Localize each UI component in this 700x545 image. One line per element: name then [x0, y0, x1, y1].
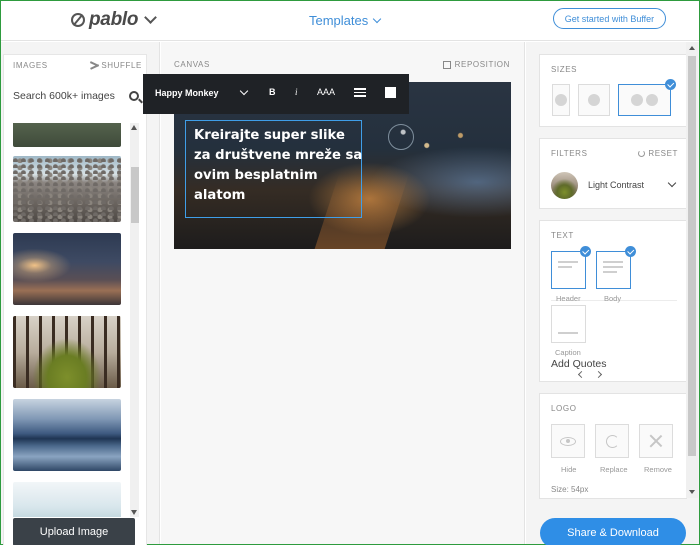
scroll-thumb[interactable] [131, 167, 139, 223]
logo-option-label: Replace [600, 465, 628, 474]
chevron-right-icon[interactable] [594, 370, 603, 379]
eye-icon [560, 436, 576, 446]
pablo-mark-icon [71, 13, 85, 27]
reset-button[interactable]: RESET [638, 149, 678, 158]
images-card: IMAGES SHUFFLE Search 600k+ images [3, 54, 147, 545]
align-icon[interactable] [354, 88, 366, 97]
check-icon [625, 246, 636, 257]
chevron-down-icon [144, 11, 158, 24]
close-icon [649, 434, 663, 448]
canvas-text[interactable]: Kreirajte super slike za društvene mreže… [194, 126, 364, 206]
text-option-body[interactable] [596, 246, 636, 289]
size-instagram[interactable] [578, 84, 610, 116]
canvas-label: CANVAS [174, 60, 210, 69]
scroll-up-icon[interactable] [131, 125, 137, 130]
pablo-logo[interactable]: pablo [71, 9, 158, 31]
shuffle-icon [90, 62, 99, 69]
left-panel: IMAGES SHUFFLE Search 600k+ images Uploa… [1, 42, 160, 545]
search-icon[interactable] [129, 91, 139, 101]
ferris-wheel [388, 124, 414, 150]
filter-select[interactable]: Light Contrast [588, 180, 644, 190]
logo-text: pablo [89, 9, 139, 30]
logo-option-label: Hide [561, 465, 577, 474]
image-scrollbar[interactable] [130, 123, 139, 517]
check-icon [665, 79, 676, 90]
logo-label: LOGO [551, 404, 577, 413]
reposition-label: REPOSITION [454, 60, 510, 69]
twitter-icon [646, 94, 658, 106]
right-scrollbar[interactable] [686, 42, 698, 498]
reposition-button[interactable]: REPOSITION [442, 60, 510, 69]
text-option-label: Header [556, 294, 581, 303]
text-option-label: Body [604, 294, 622, 303]
shuffle-label: SHUFFLE [101, 61, 142, 70]
text-option-header[interactable] [551, 246, 591, 289]
reposition-icon [442, 60, 451, 69]
instagram-icon [588, 94, 600, 106]
scroll-thumb[interactable] [688, 56, 696, 456]
chevron-left-icon[interactable] [577, 370, 586, 379]
image-thumbnail[interactable] [13, 156, 121, 222]
text-card: TEXT Header Body Caption Add Quotes [539, 220, 687, 382]
text-toolbar: Happy Monkey B i AAA [143, 74, 409, 114]
sizes-card: SIZES [539, 54, 687, 127]
logo-card: LOGO Hide Replace Remove Size: 54px [539, 393, 687, 499]
search-input[interactable]: Search 600k+ images [13, 87, 141, 105]
filters-label: FILTERS [551, 149, 588, 158]
logo-hide-button[interactable] [551, 424, 585, 458]
scroll-down-icon[interactable] [131, 510, 137, 515]
size-facebook-twitter[interactable] [618, 79, 676, 116]
font-size-button[interactable]: AAA [317, 87, 335, 97]
templates-menu[interactable]: Templates [309, 13, 382, 28]
search-placeholder: Search 600k+ images [13, 90, 115, 102]
image-thumbnail[interactable] [13, 123, 121, 147]
canvas-area: CANVAS REPOSITION Kreirajte super slike … [161, 42, 525, 544]
text-option-label: Caption [555, 348, 581, 357]
logo-size: Size: 54px [551, 485, 589, 494]
color-swatch[interactable] [385, 87, 396, 98]
filters-card: FILTERS RESET Light Contrast [539, 138, 687, 209]
chevron-down-icon[interactable] [667, 178, 677, 188]
reset-label: RESET [648, 149, 678, 158]
get-started-button[interactable]: Get started with Buffer [553, 8, 666, 29]
image-thumbnail[interactable] [13, 233, 121, 305]
image-thumbnail[interactable] [13, 316, 121, 388]
add-quotes-link[interactable]: Add Quotes [551, 358, 606, 370]
image-thumbnail[interactable] [13, 482, 121, 517]
scroll-down-icon[interactable] [689, 490, 695, 494]
image-thumbnail[interactable] [13, 399, 121, 471]
logo-remove-button[interactable] [639, 424, 673, 458]
size-pinterest[interactable] [552, 84, 570, 116]
filter-preview[interactable] [551, 172, 578, 199]
logo-replace-button[interactable] [595, 424, 629, 458]
scroll-up-icon[interactable] [689, 46, 695, 50]
facebook-icon [631, 94, 643, 106]
text-label: TEXT [551, 231, 574, 240]
bold-button[interactable]: B [269, 87, 276, 97]
images-label: IMAGES [13, 61, 48, 70]
pinterest-icon [555, 94, 567, 106]
italic-button[interactable]: i [295, 87, 298, 97]
font-select[interactable]: Happy Monkey [155, 88, 219, 98]
reset-icon [638, 150, 646, 157]
refresh-icon [605, 434, 619, 448]
templates-label: Templates [309, 13, 369, 28]
upload-image-button[interactable]: Upload Image [13, 518, 135, 545]
chevron-down-icon [373, 14, 382, 23]
image-list [13, 123, 123, 517]
shuffle-button[interactable]: SHUFFLE [90, 61, 142, 70]
chevron-down-icon[interactable] [239, 86, 249, 96]
sizes-label: SIZES [551, 65, 578, 74]
logo-option-label: Remove [644, 465, 672, 474]
share-download-button[interactable]: Share & Download [540, 518, 686, 545]
right-panel: SIZES FILTERS RESET Light Contrast TEXT [526, 42, 699, 544]
text-option-caption[interactable] [551, 305, 586, 343]
top-header: pablo Templates Get started with Buffer [1, 1, 699, 41]
check-icon [580, 246, 591, 257]
